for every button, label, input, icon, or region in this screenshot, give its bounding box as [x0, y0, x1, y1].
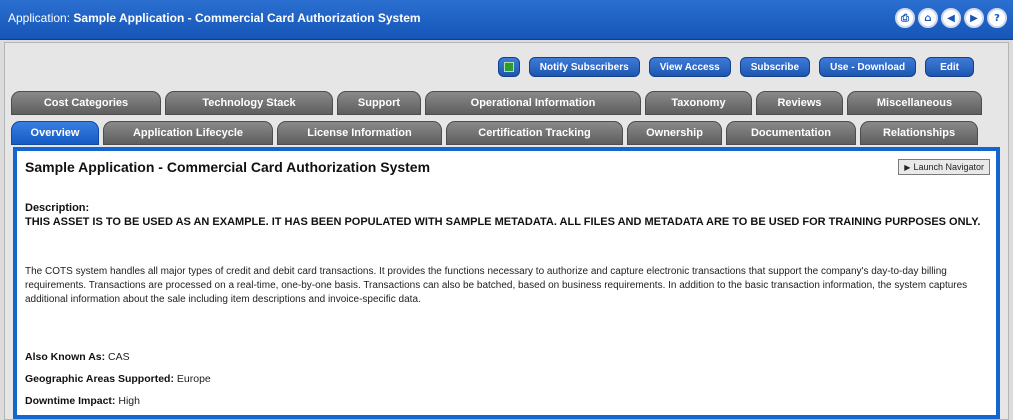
- green-status-button[interactable]: [497, 57, 520, 77]
- field-downtime-impact: Downtime Impact: High: [25, 395, 140, 407]
- title-prefix: Application:: [8, 11, 71, 25]
- tab-ownership[interactable]: Ownership: [627, 121, 722, 145]
- title-bar: Application: Sample Application - Commer…: [0, 0, 1013, 40]
- field-geographic-areas: Geographic Areas Supported: Europe: [25, 373, 211, 385]
- tab-technology-stack[interactable]: Technology Stack: [165, 91, 333, 115]
- tab-reviews[interactable]: Reviews: [756, 91, 843, 115]
- field-value: Europe: [176, 373, 211, 385]
- field-value: CAS: [108, 351, 130, 363]
- home-icon[interactable]: ⌂: [918, 8, 938, 28]
- title-application-name: Sample Application - Commercial Card Aut…: [73, 11, 421, 25]
- field-value: High: [118, 395, 140, 407]
- tab-support[interactable]: Support: [337, 91, 421, 115]
- field-also-known-as: Also Known As: CAS: [25, 351, 130, 363]
- launch-navigator-label: Launch Navigator: [913, 162, 984, 172]
- tab-taxonomy[interactable]: Taxonomy: [645, 91, 752, 115]
- use-download-button[interactable]: Use - Download: [819, 57, 917, 77]
- tab-relationships[interactable]: Relationships: [860, 121, 978, 145]
- play-icon: ▶: [904, 162, 911, 172]
- tab-license-information[interactable]: License Information: [277, 121, 442, 145]
- field-label: Geographic Areas Supported:: [25, 373, 174, 385]
- field-label: Downtime Impact:: [25, 395, 116, 407]
- launch-navigator-button[interactable]: ▶ Launch Navigator: [898, 159, 990, 175]
- description-body: The COTS system handles all major types …: [25, 266, 968, 305]
- action-toolbar: Notify Subscribers View Access Subscribe…: [497, 57, 974, 77]
- title-icon-group: ⎙ ⌂ ◀ ▶ ?: [895, 8, 1007, 28]
- application-frame: Notify Subscribers View Access Subscribe…: [4, 42, 1009, 420]
- subscribe-button[interactable]: Subscribe: [739, 57, 811, 77]
- tab-row-secondary: Cost Categories Technology Stack Support…: [11, 91, 982, 115]
- print-icon[interactable]: ⎙: [895, 8, 915, 28]
- edit-button[interactable]: Edit: [925, 57, 974, 77]
- help-icon[interactable]: ?: [987, 8, 1007, 28]
- tab-cost-categories[interactable]: Cost Categories: [11, 91, 161, 115]
- notify-subscribers-button[interactable]: Notify Subscribers: [528, 57, 640, 77]
- tab-documentation[interactable]: Documentation: [726, 121, 856, 145]
- description-text: THIS ASSET IS TO BE USED AS AN EXAMPLE. …: [25, 216, 981, 228]
- tab-row-primary: Overview Application Lifecycle License I…: [11, 121, 978, 145]
- view-access-button[interactable]: View Access: [648, 57, 731, 77]
- description-label: Description:: [25, 202, 90, 214]
- tab-operational-information[interactable]: Operational Information: [425, 91, 641, 115]
- window-title: Application: Sample Application - Commer…: [8, 11, 421, 25]
- tab-certification-tracking[interactable]: Certification Tracking: [446, 121, 623, 145]
- tab-application-lifecycle[interactable]: Application Lifecycle: [103, 121, 273, 145]
- tab-overview[interactable]: Overview: [11, 121, 99, 145]
- green-square-icon: [503, 62, 514, 72]
- back-icon[interactable]: ◀: [941, 8, 961, 28]
- overview-panel: Sample Application - Commercial Card Aut…: [13, 147, 1000, 419]
- field-label: Also Known As:: [25, 351, 106, 363]
- tab-miscellaneous[interactable]: Miscellaneous: [847, 91, 982, 115]
- forward-icon[interactable]: ▶: [964, 8, 984, 28]
- asset-heading: Sample Application - Commercial Card Aut…: [25, 159, 431, 175]
